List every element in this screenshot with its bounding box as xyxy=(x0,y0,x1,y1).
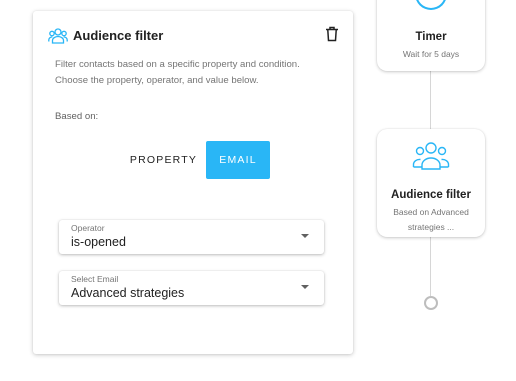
workflow-editor: Audience filter Filter contacts based on… xyxy=(0,0,516,381)
select-email-select[interactable]: Select Email Advanced strategies xyxy=(59,271,324,305)
panel-title: Audience filter xyxy=(73,28,164,43)
audience-node-title: Audience filter xyxy=(391,189,471,201)
timer-node[interactable]: Timer Wait for 5 days xyxy=(377,0,485,71)
panel-description: Filter contacts based on a specific prop… xyxy=(55,59,300,86)
audience-filter-panel: Audience filter Filter contacts based on… xyxy=(33,11,353,354)
chevron-down-icon xyxy=(301,234,309,238)
audience-filter-node[interactable]: Audience filter Based on Advanced strate… xyxy=(377,129,485,237)
select-email-label: Select Email xyxy=(71,274,119,284)
based-on-toggle: PROPERTY EMAIL xyxy=(121,141,270,179)
add-step-node[interactable] xyxy=(424,296,438,310)
chevron-down-icon xyxy=(301,285,309,289)
people-group-icon xyxy=(48,28,68,44)
email-toggle-button[interactable]: EMAIL xyxy=(206,141,270,179)
property-toggle-button[interactable]: PROPERTY xyxy=(121,141,206,179)
flow-connector xyxy=(430,71,431,129)
people-group-icon xyxy=(412,142,450,170)
select-email-value: Advanced strategies xyxy=(71,286,185,300)
flow-connector xyxy=(430,237,431,296)
audience-node-subtitle: Based on Advanced strategies ... xyxy=(393,207,469,232)
based-on-label: Based on: xyxy=(55,111,99,122)
timer-node-subtitle: Wait for 5 days xyxy=(402,49,460,59)
trash-icon[interactable] xyxy=(325,26,339,42)
operator-label: Operator xyxy=(71,223,105,233)
operator-value: is-opened xyxy=(71,235,126,249)
timer-icon xyxy=(415,0,447,10)
timer-node-title: Timer xyxy=(415,31,447,43)
operator-select[interactable]: Operator is-opened xyxy=(59,220,324,254)
